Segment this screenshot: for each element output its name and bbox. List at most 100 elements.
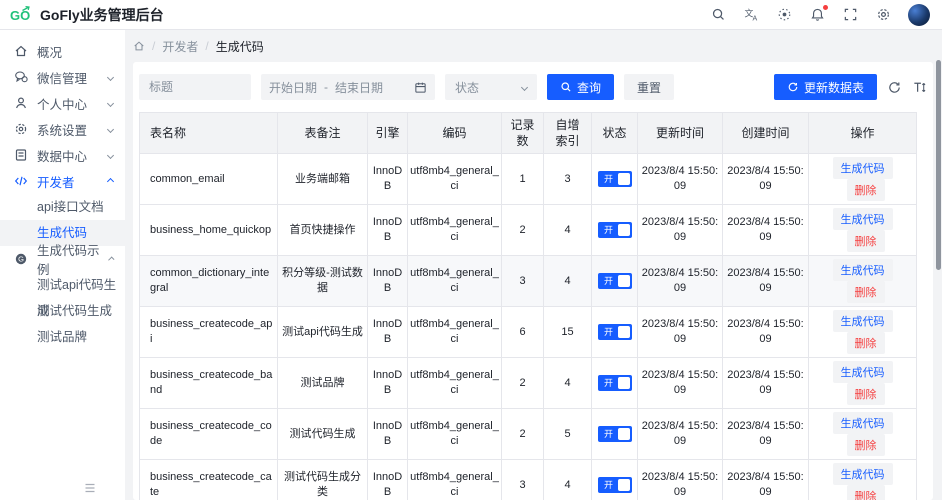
cell-created-time: 2023/8/4 15:50:09 — [723, 358, 809, 409]
search-button[interactable]: 查询 — [547, 74, 614, 100]
cell-record-count: 3 — [502, 460, 544, 500]
generate-code-button[interactable]: 生成代码 — [833, 310, 893, 332]
column-header: 状态 — [592, 113, 638, 154]
refresh-icon — [787, 81, 799, 93]
cell-table-name: common_email — [140, 154, 278, 205]
notification-icon[interactable] — [809, 7, 825, 23]
cell-updated-time: 2023/8/4 15:50:09 — [638, 256, 723, 307]
breadcrumb-item-developer[interactable]: 开发者 — [162, 38, 198, 55]
cell-encoding: utf8mb4_general_ci — [408, 205, 502, 256]
filter-bar: 开始日期 - 结束日期 状态 查询 重置 — [139, 74, 927, 100]
fullscreen-icon[interactable] — [842, 7, 858, 23]
sidebar-item-system-settings[interactable]: 系统设置 — [0, 116, 125, 142]
home-icon[interactable] — [133, 40, 145, 52]
cell-created-time: 2023/8/4 15:50:09 — [723, 307, 809, 358]
sidebar: 概况微信管理个人中心系统设置数据中心开发者api接口文档生成代码G生成代码示例测… — [0, 30, 125, 500]
generate-code-button[interactable]: 生成代码 — [833, 412, 893, 434]
generate-code-button[interactable]: 生成代码 — [833, 463, 893, 485]
status-toggle[interactable]: 开 — [598, 171, 632, 187]
status-toggle[interactable]: 开 — [598, 222, 632, 238]
user-avatar[interactable] — [908, 4, 930, 26]
search-icon[interactable] — [710, 7, 726, 23]
column-header: 自增索引 — [544, 113, 592, 154]
cell-status: 开 — [592, 460, 638, 500]
column-header: 创建时间 — [723, 113, 809, 154]
generate-code-button[interactable]: 生成代码 — [833, 361, 893, 383]
sidebar-item-personal-center[interactable]: 个人中心 — [0, 90, 125, 116]
cell-table-comment: 测试api代码生成 — [278, 307, 368, 358]
cell-engine: InnoDB — [368, 205, 408, 256]
cell-engine: InnoDB — [368, 154, 408, 205]
sidebar-item-test-brand[interactable]: 测试品牌 — [0, 324, 125, 350]
refresh-table-icon[interactable] — [887, 80, 902, 95]
settings-icon[interactable] — [875, 7, 891, 23]
delete-button[interactable]: 删除 — [847, 281, 885, 303]
cell-table-comment: 积分等级-测试数据 — [278, 256, 368, 307]
cell-encoding: utf8mb4_general_ci — [408, 256, 502, 307]
sidebar-item-data-center[interactable]: 数据中心 — [0, 142, 125, 168]
cell-created-time: 2023/8/4 15:50:09 — [723, 460, 809, 500]
cell-created-time: 2023/8/4 15:50:09 — [723, 409, 809, 460]
delete-button[interactable]: 删除 — [847, 179, 885, 201]
sidebar-item-generate-code-example[interactable]: G生成代码示例 — [0, 246, 125, 272]
sidebar-item-test-code-generate[interactable]: 测试代码生成 — [0, 298, 125, 324]
translate-icon[interactable]: 文A — [743, 7, 759, 23]
generate-code-button[interactable]: 生成代码 — [833, 259, 893, 281]
cell-auto-increment: 5 — [544, 409, 592, 460]
cell-record-count: 1 — [502, 154, 544, 205]
column-header: 操作 — [809, 113, 917, 154]
sidebar-collapse-icon[interactable] — [84, 482, 96, 494]
theme-icon[interactable] — [776, 7, 792, 23]
cell-table-name: common_dictionary_integral — [140, 256, 278, 307]
date-range-picker[interactable]: 开始日期 - 结束日期 — [261, 74, 435, 100]
toggle-knob — [618, 428, 630, 440]
svg-text:G: G — [18, 255, 24, 264]
status-toggle[interactable]: 开 — [598, 324, 632, 340]
status-toggle[interactable]: 开 — [598, 426, 632, 442]
cell-encoding: utf8mb4_general_ci — [408, 358, 502, 409]
cell-table-comment: 首页快捷操作 — [278, 205, 368, 256]
title-input[interactable] — [139, 74, 251, 100]
notification-badge-dot — [823, 5, 828, 10]
cell-table-comment: 测试品牌 — [278, 358, 368, 409]
svg-text:A: A — [752, 16, 757, 22]
sidebar-item-api-docs[interactable]: api接口文档 — [0, 194, 125, 220]
cell-updated-time: 2023/8/4 15:50:09 — [638, 154, 723, 205]
delete-button[interactable]: 删除 — [847, 383, 885, 405]
app-logo: GO GoFly业务管理后台 — [10, 5, 164, 25]
delete-button[interactable]: 删除 — [847, 230, 885, 252]
cell-engine: InnoDB — [368, 358, 408, 409]
generate-code-button[interactable]: 生成代码 — [833, 208, 893, 230]
cell-encoding: utf8mb4_general_ci — [408, 409, 502, 460]
sidebar-item-test-api-code-generate[interactable]: 测试api代码生成 — [0, 272, 125, 298]
search-icon — [560, 81, 572, 93]
status-select[interactable]: 状态 — [445, 74, 537, 100]
cell-updated-time: 2023/8/4 15:50:09 — [638, 358, 723, 409]
toggle-knob — [618, 377, 630, 389]
cell-auto-increment: 4 — [544, 205, 592, 256]
chevron-up-icon — [108, 256, 115, 263]
cell-table-name: business_createcode_api — [140, 307, 278, 358]
sidebar-item-overview[interactable]: 概况 — [0, 38, 125, 64]
status-toggle[interactable]: 开 — [598, 273, 632, 289]
delete-button[interactable]: 删除 — [847, 434, 885, 456]
status-toggle[interactable]: 开 — [598, 375, 632, 391]
date-end-placeholder: 结束日期 — [335, 79, 383, 96]
row-height-icon[interactable] — [912, 80, 927, 95]
sidebar-item-wechat-manage[interactable]: 微信管理 — [0, 64, 125, 90]
delete-button[interactable]: 删除 — [847, 332, 885, 354]
cell-status: 开 — [592, 358, 638, 409]
cell-auto-increment: 4 — [544, 460, 592, 500]
delete-button[interactable]: 删除 — [847, 485, 885, 500]
toggle-knob — [618, 275, 630, 287]
sidebar-item-developer[interactable]: 开发者 — [0, 168, 125, 194]
reset-button[interactable]: 重置 — [624, 74, 674, 100]
breadcrumb-separator: / — [152, 39, 155, 53]
data-table: 表名称表备注引擎编码记录数自增索引状态更新时间创建时间操作 common_ema… — [139, 112, 917, 500]
table-row: business_createcode_api测试api代码生成InnoDBut… — [140, 307, 917, 358]
update-tables-button[interactable]: 更新数据表 — [774, 74, 877, 100]
status-toggle[interactable]: 开 — [598, 477, 632, 493]
cell-auto-increment: 4 — [544, 358, 592, 409]
page-scrollbar-thumb[interactable] — [936, 60, 941, 270]
generate-code-button[interactable]: 生成代码 — [833, 157, 893, 179]
